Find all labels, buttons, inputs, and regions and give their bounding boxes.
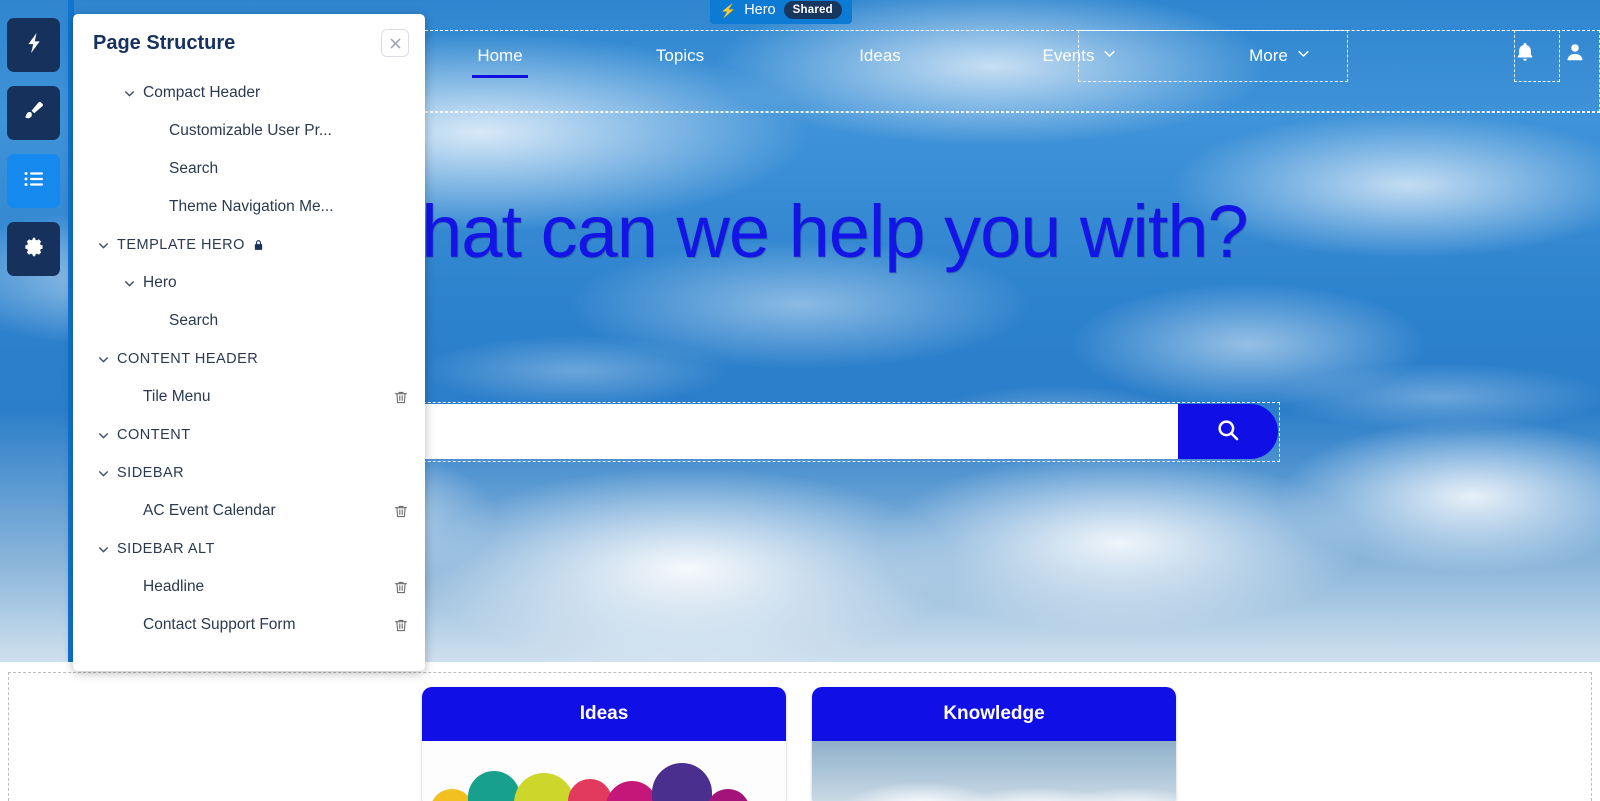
nav-item-ideas[interactable]: Ideas xyxy=(780,36,980,76)
bolt-icon: ⚡ xyxy=(720,2,737,18)
chevron-down-icon xyxy=(1296,46,1311,66)
list-icon xyxy=(22,167,46,196)
search-button[interactable] xyxy=(1178,404,1278,459)
tile-menu-region[interactable] xyxy=(8,672,1592,801)
page-structure-item[interactable]: Theme Navigation Me... xyxy=(73,188,425,226)
page-structure-item[interactable]: Compact Header xyxy=(73,74,425,112)
nav-item-label: Home xyxy=(477,46,523,65)
page-structure-item-label: AC Event Calendar xyxy=(143,502,276,519)
bell-icon[interactable] xyxy=(1514,40,1536,64)
shared-chip: Shared xyxy=(783,1,842,19)
page-structure-section[interactable]: TEMPLATE HERO xyxy=(73,226,425,264)
toolbar-button-theme[interactable] xyxy=(7,86,60,140)
tile-card-title: Ideas xyxy=(422,687,786,741)
gear-icon xyxy=(22,235,46,264)
nav-item-label: Events xyxy=(1042,46,1095,65)
page-structure-item-label: Headline xyxy=(143,578,205,595)
page-title: Page Structure xyxy=(93,31,236,54)
chevron-down-icon[interactable] xyxy=(121,87,137,100)
page-structure-section[interactable]: SIDEBAR ALT xyxy=(73,530,425,568)
idea-bulb xyxy=(652,763,712,801)
delete-component-icon[interactable] xyxy=(393,617,409,634)
bulb-cluster xyxy=(430,763,750,801)
page-structure-section[interactable]: CONTENT HEADER xyxy=(73,340,425,378)
selected-component-badge[interactable]: ⚡ Hero Shared xyxy=(710,0,852,24)
nav-item-events[interactable]: Events xyxy=(980,36,1180,76)
page-structure-item[interactable]: Headline xyxy=(73,568,425,606)
page-structure-item-label: Search xyxy=(169,160,219,177)
nav-right-actions xyxy=(1514,40,1586,64)
user-avatar-icon[interactable] xyxy=(1564,41,1586,63)
tile-card-ideas[interactable]: Ideas xyxy=(422,687,786,801)
page-structure-section[interactable]: CONTENT xyxy=(73,416,425,454)
chevron-down-icon[interactable] xyxy=(95,239,111,252)
site-top-navigation: Home Topics Ideas Events More xyxy=(420,22,1600,90)
page-structure-item[interactable]: AC Event Calendar xyxy=(73,492,425,530)
nav-item-home[interactable]: Home xyxy=(420,36,580,78)
page-structure-section[interactable]: SIDEBAR xyxy=(73,454,425,492)
idea-bulb xyxy=(606,781,658,801)
page-structure-item-label: Search xyxy=(169,312,219,329)
chevron-down-icon[interactable] xyxy=(121,277,137,290)
selected-component-label: Hero xyxy=(744,2,776,18)
delete-component-icon[interactable] xyxy=(393,579,409,596)
idea-bulb xyxy=(468,771,520,801)
nav-item-label: Ideas xyxy=(859,46,901,65)
tile-card-title: Knowledge xyxy=(812,687,1176,741)
page-structure-item[interactable]: Customizable User Pr... xyxy=(73,112,425,150)
idea-bulbs-illustration xyxy=(422,741,786,801)
page-structure-item-label: TEMPLATE HERO xyxy=(117,237,245,253)
nav-item-more[interactable]: More xyxy=(1180,36,1380,76)
toolbar-button-settings[interactable] xyxy=(7,222,60,276)
page-structure-item-label: CONTENT xyxy=(117,427,191,443)
page-structure-item-label: SIDEBAR ALT xyxy=(117,541,215,557)
nav-item-topics[interactable]: Topics xyxy=(580,36,780,76)
toolbar-button-page-structure[interactable] xyxy=(7,154,60,208)
nav-item-label: More xyxy=(1249,46,1288,65)
nav-active-underline xyxy=(472,75,528,78)
page-structure-item-label: Compact Header xyxy=(143,84,261,101)
chevron-down-icon[interactable] xyxy=(95,543,111,556)
page-structure-item[interactable]: Search xyxy=(73,150,425,188)
nav-item-label: Topics xyxy=(655,46,705,65)
page-structure-item-label: CONTENT HEADER xyxy=(117,351,259,367)
page-structure-panel: Page Structure Compact Header Customizabl… xyxy=(73,14,425,671)
idea-bulb xyxy=(706,789,750,801)
builder-toolbar xyxy=(0,0,68,801)
page-structure-item[interactable]: Tile Menu xyxy=(73,378,425,416)
page-structure-item-label: Hero xyxy=(143,274,177,291)
page-structure-item[interactable]: Search xyxy=(73,302,425,340)
chevron-down-icon[interactable] xyxy=(95,429,111,442)
region-guide-header-bottom xyxy=(420,112,1600,113)
content-header-tile-menu: Ideas Knowledge xyxy=(0,662,1600,801)
toolbar-button-lightning[interactable] xyxy=(7,18,60,72)
chevron-down-icon[interactable] xyxy=(95,353,111,366)
idea-bulb xyxy=(568,779,612,801)
search-icon xyxy=(1215,417,1241,446)
close-icon[interactable] xyxy=(381,29,409,57)
page-structure-item[interactable]: Hero xyxy=(73,264,425,302)
tile-card-knowledge[interactable]: Knowledge xyxy=(812,687,1176,801)
page-structure-item-label: SIDEBAR xyxy=(117,465,185,481)
page-structure-item-label: Contact Support Form xyxy=(143,616,296,633)
page-structure-item-label: Theme Navigation Me... xyxy=(169,198,334,215)
lock-icon xyxy=(252,238,265,252)
nav-items: Home Topics Ideas Events More xyxy=(420,36,1380,78)
delete-component-icon[interactable] xyxy=(393,389,409,406)
delete-component-icon[interactable] xyxy=(393,503,409,520)
builder-screen: ⚡ Hero Shared Home Topics Ideas Events More … xyxy=(0,0,1600,801)
chevron-down-icon[interactable] xyxy=(95,467,111,480)
page-structure-item-label: Tile Menu xyxy=(143,388,211,405)
sky-clouds-photo xyxy=(812,741,1176,801)
chevron-down-icon xyxy=(1102,46,1117,66)
page-structure-item[interactable]: Contact Support Form xyxy=(73,606,425,644)
page-structure-tree: Compact Header Customizable User Pr... Sea… xyxy=(73,72,425,671)
idea-bulb xyxy=(514,773,574,801)
page-structure-item-label: Customizable User Pr... xyxy=(169,122,332,139)
page-structure-header: Page Structure xyxy=(73,14,425,72)
paintbrush-icon xyxy=(22,99,46,128)
bolt-icon xyxy=(22,31,46,60)
